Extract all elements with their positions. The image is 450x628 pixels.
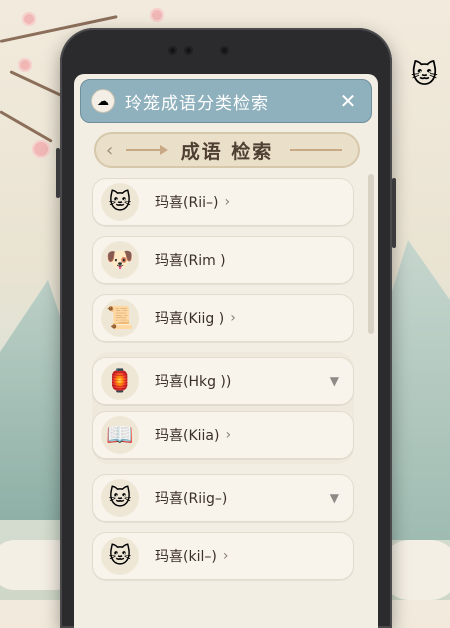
open-book-icon: 📖 [101,416,139,454]
search-title: 成语 检索 [180,140,274,163]
puppy-icon: 🐶 [101,241,139,279]
chevron-right-icon: › [225,427,232,443]
dropdown-arrow-icon[interactable]: ▼ [330,491,339,505]
list-item[interactable]: 📖 玛喜(Kiia) › [92,411,354,459]
cat-face-icon: 🐱 [101,479,139,517]
phone-side-button [56,148,60,198]
blossom [150,8,164,22]
list-item-label: 玛喜(kil–) [155,549,217,565]
scrollbar[interactable] [368,174,374,334]
list-item[interactable]: 🏮 玛喜(Hkg )) ▼ [92,357,354,405]
phone-frame: ☁ 玲笼成语分类检索 ✕ ‹ 成语 检索 🐱 玛喜(Rii–) › 🐶 玛喜(R… [56,28,396,628]
cat-girl-icon: 🐱 [101,537,139,575]
cat-on-cloud-icon: 🐱 [410,60,438,90]
blossom [32,140,50,158]
search-banner[interactable]: ‹ 成语 检索 [94,132,360,168]
dropdown-arrow-icon[interactable]: ▼ [330,374,339,388]
cat-icon: 🐱 [101,183,139,221]
list-item[interactable]: 🐱 玛喜(Rii–) › [92,178,354,226]
app-screen: ☁ 玲笼成语分类检索 ✕ ‹ 成语 检索 🐱 玛喜(Rii–) › 🐶 玛喜(R… [74,74,378,628]
line-decoration [290,149,342,151]
list-item-label: 玛喜(Hkg )) [155,374,232,390]
list-item[interactable]: 🐱 玛喜(kil–) › [92,532,354,580]
list-item-label: 玛喜(Rim ) [155,253,226,269]
app-logo-icon: ☁ [91,89,115,113]
list-item-label: 玛喜(Kiia) [155,428,220,444]
scroll-book-icon: 📜 [101,299,139,337]
list-item-label: 玛喜(Riig–) [155,491,228,507]
blossom [22,12,36,26]
list-item-label: 玛喜(Kiig ) [155,311,225,327]
chevron-right-icon: › [224,194,231,210]
list-item[interactable]: 🐱 玛喜(Riig–) ▼ [92,474,354,522]
list-item-label: 玛喜(Rii–) [155,195,219,211]
branch [0,110,53,143]
phone-side-button [392,178,396,248]
chevron-right-icon: › [230,310,236,326]
idiom-category-list: 🐱 玛喜(Rii–) › 🐶 玛喜(Rim ) 📜 玛喜(Kiig ) › 🏮 … [92,178,354,590]
list-item[interactable]: 🐶 玛喜(Rim ) [92,236,354,284]
close-button[interactable]: ✕ [335,89,361,113]
expanded-group: 🏮 玛喜(Hkg )) ▼ 📖 玛喜(Kiia) › [92,352,354,464]
arrow-right-decoration [126,145,168,155]
chevron-right-icon: › [222,548,229,564]
blossom [18,58,32,72]
app-title: 玲笼成语分类检索 [125,93,269,114]
title-bar: ☁ 玲笼成语分类检索 ✕ [80,79,372,123]
chevron-left-icon[interactable]: ‹ [106,140,113,161]
front-camera-icon [220,46,229,55]
sensor-icon [184,46,193,55]
list-item[interactable]: 📜 玛喜(Kiig ) › [92,294,354,342]
lantern-icon: 🏮 [101,362,139,400]
camera-icon [168,46,177,55]
